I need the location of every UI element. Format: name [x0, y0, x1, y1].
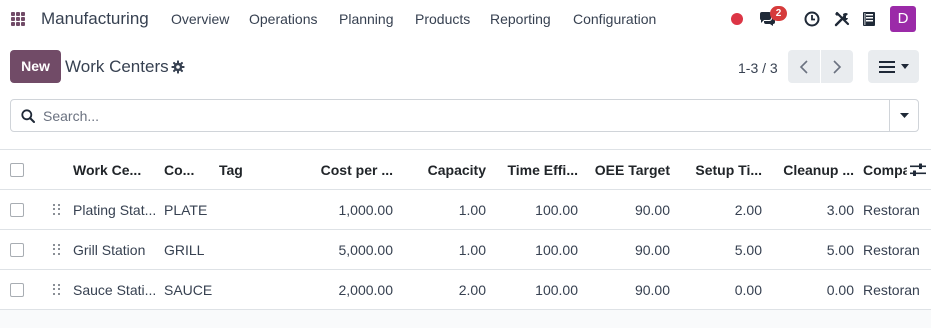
cell-oee-target: 90.00 — [634, 241, 670, 258]
cell-code: GRILL — [164, 241, 205, 258]
cell-code: PLATE — [164, 201, 208, 218]
chevron-right-icon — [833, 59, 842, 74]
cell-cost-per-hour: 1,000.00 — [338, 201, 394, 218]
column-header-time-efficiency[interactable]: Time Effi... — [495, 150, 578, 189]
cell-work-center: Grill Station — [73, 241, 146, 258]
new-button[interactable]: New — [10, 50, 61, 83]
column-header-work-center[interactable]: Work Ce... — [73, 150, 163, 189]
table-row[interactable]: Grill Station GRILL 5,000.00 1.00 100.00… — [0, 230, 931, 270]
cell-work-center: Plating Stat... — [73, 201, 157, 218]
pager-buttons — [788, 50, 853, 83]
gear-icon[interactable] — [171, 60, 185, 74]
caret-down-icon — [899, 113, 909, 118]
cell-setup-time: 5.00 — [734, 241, 762, 258]
top-navbar: Manufacturing Overview Operations Planni… — [0, 0, 931, 40]
page-title[interactable]: Work Centers — [65, 57, 169, 77]
cell-time-efficiency: 100.00 — [535, 281, 578, 298]
cell-oee-target: 90.00 — [634, 201, 670, 218]
menu-reporting[interactable]: Reporting — [490, 11, 551, 27]
select-all-cell — [10, 150, 24, 189]
clock-icon[interactable] — [804, 11, 820, 27]
cell-tag — [219, 190, 269, 229]
cell-oee-target: 90.00 — [634, 281, 670, 298]
user-avatar[interactable]: D — [890, 6, 916, 32]
work-centers-table: Work Ce... Co... Tag Cost per ... Capaci… — [0, 149, 931, 310]
column-header-oee-target[interactable]: OEE Target — [590, 150, 670, 189]
list-view-icon — [878, 60, 895, 73]
cell-tag — [219, 230, 269, 269]
list-empty-area — [0, 310, 931, 328]
menu-products[interactable]: Products — [415, 11, 470, 27]
pager-value[interactable]: 1-3 / 3 — [738, 60, 778, 76]
cell-cleanup-time: 5.00 — [826, 241, 854, 258]
drag-handle[interactable] — [53, 190, 61, 229]
cell-setup-time: 2.00 — [734, 201, 762, 218]
row-select-cell — [10, 190, 24, 229]
activity-book-icon[interactable] — [862, 11, 876, 27]
cell-capacity: 1.00 — [458, 241, 486, 258]
cell-time-efficiency: 100.00 — [535, 201, 578, 218]
drag-handle-icon — [53, 203, 61, 216]
row-checkbox[interactable] — [10, 282, 24, 297]
optional-columns-toggle[interactable] — [909, 150, 927, 189]
search-input[interactable] — [43, 106, 883, 126]
caret-down-icon — [900, 64, 909, 69]
drag-handle[interactable] — [53, 270, 61, 309]
search-bar — [10, 99, 919, 132]
column-header-code[interactable]: Co... — [164, 150, 214, 189]
menu-operations[interactable]: Operations — [249, 11, 317, 27]
cell-company: Restoran — [863, 241, 920, 258]
cell-cleanup-time: 0.00 — [826, 281, 854, 298]
menu-overview[interactable]: Overview — [171, 11, 229, 27]
column-header-cost-per-hour[interactable]: Cost per ... — [300, 150, 393, 189]
menu-configuration[interactable]: Configuration — [573, 11, 656, 27]
column-header-setup-time[interactable]: Setup Ti... — [680, 150, 762, 189]
cell-company: Restoran — [863, 201, 920, 218]
cell-cost-per-hour: 2,000.00 — [338, 281, 394, 298]
chevron-left-icon — [799, 59, 808, 74]
cell-tag — [219, 270, 269, 309]
pager-next-button[interactable] — [821, 50, 853, 83]
drag-handle-icon — [53, 283, 61, 296]
cell-code: SAUCE — [164, 281, 213, 298]
row-checkbox[interactable] — [10, 202, 24, 217]
search-icon — [21, 109, 35, 123]
cell-capacity: 2.00 — [458, 281, 486, 298]
table-row[interactable]: Plating Stat... PLATE 1,000.00 1.00 100.… — [0, 190, 931, 230]
cell-setup-time: 0.00 — [734, 281, 762, 298]
cell-cleanup-time: 3.00 — [826, 201, 854, 218]
column-header-tag[interactable]: Tag — [219, 150, 269, 189]
drag-handle[interactable] — [53, 230, 61, 269]
app-brand[interactable]: Manufacturing — [41, 9, 149, 29]
table-header: Work Ce... Co... Tag Cost per ... Capaci… — [0, 149, 931, 190]
cell-work-center: Sauce Stati... — [73, 281, 157, 298]
recording-status-icon[interactable] — [731, 13, 743, 25]
cell-company: Restoran — [863, 281, 920, 298]
sliders-icon — [910, 163, 926, 176]
apps-menu-icon[interactable] — [11, 12, 25, 26]
column-header-company[interactable]: Compa — [863, 150, 907, 189]
cell-cost-per-hour: 5,000.00 — [338, 241, 394, 258]
menu-planning[interactable]: Planning — [339, 11, 394, 27]
messages-badge: 2 — [770, 6, 787, 21]
row-select-cell — [10, 270, 24, 309]
drag-handle-icon — [53, 243, 61, 256]
pager-previous-button[interactable] — [788, 50, 820, 83]
cell-time-efficiency: 100.00 — [535, 241, 578, 258]
cell-capacity: 1.00 — [458, 201, 486, 218]
table-row[interactable]: Sauce Stati... SAUCE 2,000.00 2.00 100.0… — [0, 270, 931, 310]
column-header-capacity[interactable]: Capacity — [405, 150, 486, 189]
row-select-cell — [10, 230, 24, 269]
column-header-cleanup-time[interactable]: Cleanup ... — [772, 150, 854, 189]
tools-icon[interactable] — [834, 11, 850, 27]
search-options-toggle[interactable] — [889, 100, 918, 131]
view-switcher-button[interactable] — [868, 50, 919, 83]
row-checkbox[interactable] — [10, 242, 24, 257]
select-all-checkbox[interactable] — [10, 162, 24, 177]
